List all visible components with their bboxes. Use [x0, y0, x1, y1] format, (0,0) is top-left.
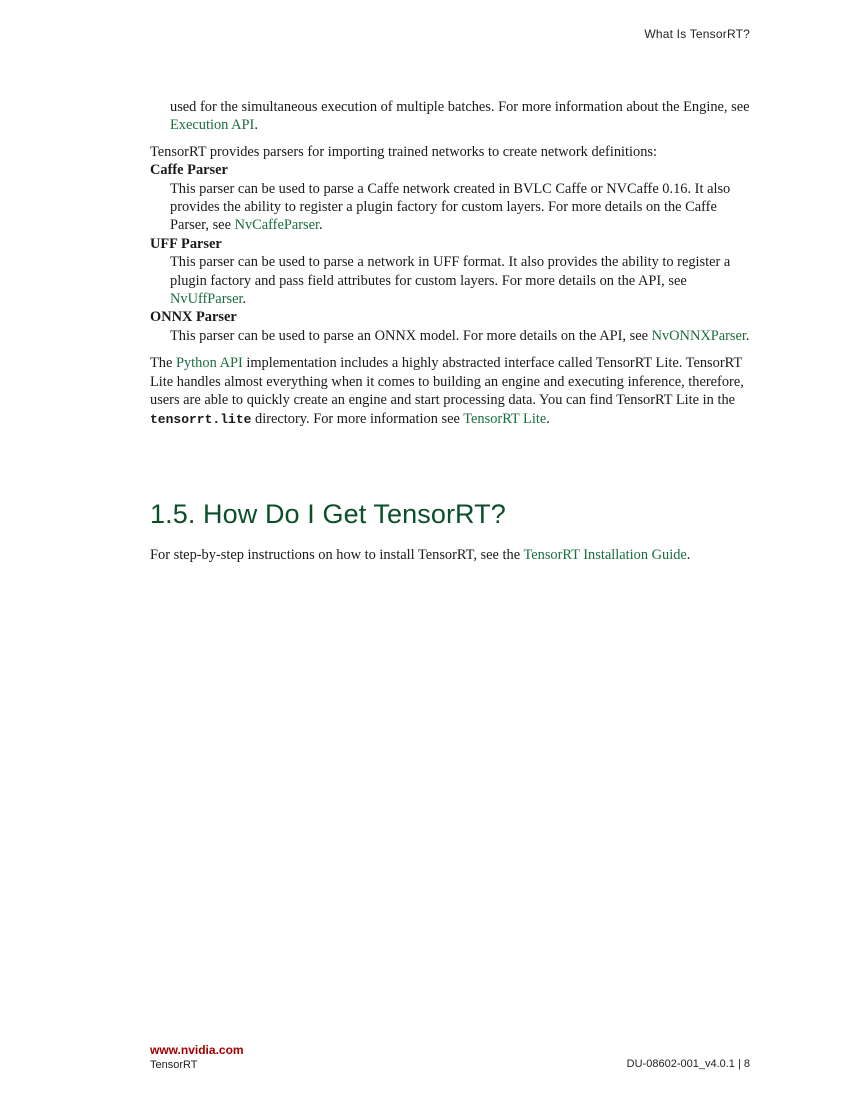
install-text: For step-by-step instructions on how to … — [150, 547, 524, 563]
tensorrt-lite-code: tensorrt.lite — [150, 411, 252, 427]
python-text-3: directory. For more information see — [251, 410, 464, 427]
parsers-lead: TensorRT provides parsers for importing … — [150, 143, 658, 160]
intro-text: used for the simultaneous execution of m… — [170, 99, 750, 115]
onnx-parser-term: ONNX Parser — [150, 309, 237, 326]
onnx-parser-description: This parser can be used to parse an ONNX… — [170, 327, 750, 345]
python-api-paragraph: The Python API implementation includes a… — [150, 354, 750, 429]
onnx-parser-text: This parser can be used to parse an ONNX… — [170, 327, 652, 344]
uff-parser-text: This parser can be used to parse a netwo… — [170, 254, 731, 289]
footer-left: www.nvidia.com TensorRT — [150, 1043, 244, 1072]
caffe-parser-description: This parser can be used to parse a Caffe… — [170, 180, 750, 235]
tensorrt-lite-link[interactable]: TensorRT Lite — [463, 411, 546, 427]
footer-url-link[interactable]: www.nvidia.com — [150, 1043, 244, 1058]
page-body: used for the simultaneous execution of m… — [150, 98, 750, 429]
uff-parser-term: UFF Parser — [150, 235, 222, 252]
running-header-title: What Is TensorRT? — [644, 27, 750, 41]
intro-continuation: used for the simultaneous execution of m… — [170, 98, 750, 135]
python-text-4: . — [546, 410, 550, 427]
onnx-parser-end: . — [745, 327, 750, 344]
caffe-parser-end: . — [319, 217, 323, 234]
python-api-link[interactable]: Python API — [176, 355, 243, 371]
install-end: . — [686, 547, 691, 563]
nvuffparser-link[interactable]: NvUffParser — [170, 291, 242, 307]
execution-api-link[interactable]: Execution API — [170, 117, 254, 133]
python-text-1: The — [150, 355, 176, 372]
uff-parser-description: This parser can be used to parse a netwo… — [170, 253, 750, 308]
nvcaffeparser-link[interactable]: NvCaffeParser — [235, 217, 319, 233]
section-heading: 1.5. How Do I Get TensorRT? — [150, 499, 506, 529]
footer-product-name: TensorRT — [150, 1059, 198, 1071]
install-paragraph: For step-by-step instructions on how to … — [150, 546, 750, 564]
intro-end: . — [254, 117, 258, 134]
caffe-parser-term: Caffe Parser — [150, 162, 228, 179]
footer-doc-id-page: DU-08602-001_v4.0.1 | 8 — [626, 1058, 750, 1070]
uff-parser-end: . — [242, 291, 247, 308]
installation-guide-link[interactable]: TensorRT Installation Guide — [523, 547, 686, 563]
nvonnxparser-link[interactable]: NvONNXParser — [652, 328, 746, 344]
